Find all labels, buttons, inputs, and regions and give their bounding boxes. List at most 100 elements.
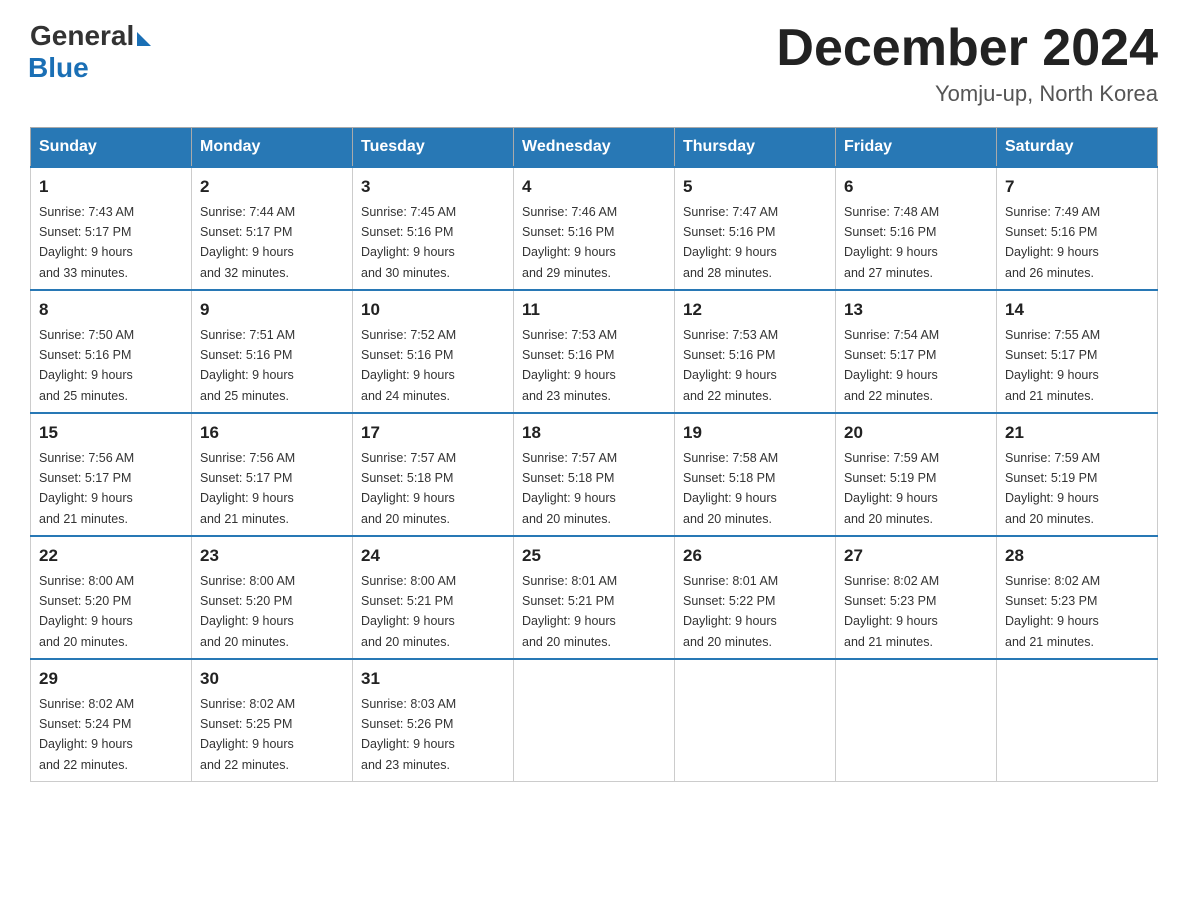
day-cell: 17 Sunrise: 7:57 AMSunset: 5:18 PMDayligh… xyxy=(353,413,514,536)
day-number: 27 xyxy=(844,543,988,569)
day-cell: 10 Sunrise: 7:52 AMSunset: 5:16 PMDayligh… xyxy=(353,290,514,413)
day-number: 15 xyxy=(39,420,183,446)
day-number: 18 xyxy=(522,420,666,446)
day-info: Sunrise: 8:02 AMSunset: 5:23 PMDaylight:… xyxy=(844,574,939,649)
day-number: 26 xyxy=(683,543,827,569)
col-header-monday: Monday xyxy=(192,128,353,168)
logo-blue-text: Blue xyxy=(28,52,89,84)
day-info: Sunrise: 7:44 AMSunset: 5:17 PMDaylight:… xyxy=(200,205,295,280)
location-subtitle: Yomju-up, North Korea xyxy=(776,81,1158,107)
day-info: Sunrise: 7:56 AMSunset: 5:17 PMDaylight:… xyxy=(200,451,295,526)
day-info: Sunrise: 8:00 AMSunset: 5:20 PMDaylight:… xyxy=(39,574,134,649)
day-number: 7 xyxy=(1005,174,1149,200)
day-cell: 22 Sunrise: 8:00 AMSunset: 5:20 PMDayligh… xyxy=(31,536,192,659)
day-cell: 18 Sunrise: 7:57 AMSunset: 5:18 PMDayligh… xyxy=(514,413,675,536)
day-number: 3 xyxy=(361,174,505,200)
day-number: 17 xyxy=(361,420,505,446)
week-row-2: 8Sunrise: 7:50 AMSunset: 5:16 PMDaylight… xyxy=(31,290,1158,413)
day-cell: 9 Sunrise: 7:51 AMSunset: 5:16 PMDaylight… xyxy=(192,290,353,413)
day-info: Sunrise: 7:43 AMSunset: 5:17 PMDaylight:… xyxy=(39,205,134,280)
day-cell: 8Sunrise: 7:50 AMSunset: 5:16 PMDaylight… xyxy=(31,290,192,413)
day-cell: 5Sunrise: 7:47 AMSunset: 5:16 PMDaylight… xyxy=(675,167,836,290)
day-number: 16 xyxy=(200,420,344,446)
day-cell: 24 Sunrise: 8:00 AMSunset: 5:21 PMDayligh… xyxy=(353,536,514,659)
day-info: Sunrise: 7:47 AMSunset: 5:16 PMDaylight:… xyxy=(683,205,778,280)
col-header-tuesday: Tuesday xyxy=(353,128,514,168)
day-number: 13 xyxy=(844,297,988,323)
calendar-table: SundayMondayTuesdayWednesdayThursdayFrid… xyxy=(30,127,1158,782)
calendar-body: 1 Sunrise: 7:43 AMSunset: 5:17 PMDaylight… xyxy=(31,167,1158,782)
day-cell xyxy=(997,659,1158,782)
day-info: Sunrise: 8:01 AMSunset: 5:22 PMDaylight:… xyxy=(683,574,778,649)
day-info: Sunrise: 7:54 AMSunset: 5:17 PMDaylight:… xyxy=(844,328,939,403)
day-number: 20 xyxy=(844,420,988,446)
day-cell: 30Sunrise: 8:02 AMSunset: 5:25 PMDayligh… xyxy=(192,659,353,782)
week-row-5: 29Sunrise: 8:02 AMSunset: 5:24 PMDayligh… xyxy=(31,659,1158,782)
day-info: Sunrise: 8:01 AMSunset: 5:21 PMDaylight:… xyxy=(522,574,617,649)
day-info: Sunrise: 7:56 AMSunset: 5:17 PMDaylight:… xyxy=(39,451,134,526)
day-cell: 26 Sunrise: 8:01 AMSunset: 5:22 PMDayligh… xyxy=(675,536,836,659)
day-info: Sunrise: 7:52 AMSunset: 5:16 PMDaylight:… xyxy=(361,328,456,403)
day-number: 25 xyxy=(522,543,666,569)
week-row-4: 22 Sunrise: 8:00 AMSunset: 5:20 PMDayligh… xyxy=(31,536,1158,659)
day-cell: 25 Sunrise: 8:01 AMSunset: 5:21 PMDayligh… xyxy=(514,536,675,659)
week-row-3: 15 Sunrise: 7:56 AMSunset: 5:17 PMDayligh… xyxy=(31,413,1158,536)
day-cell: 31 Sunrise: 8:03 AMSunset: 5:26 PMDayligh… xyxy=(353,659,514,782)
day-cell: 6 Sunrise: 7:48 AMSunset: 5:16 PMDaylight… xyxy=(836,167,997,290)
day-cell: 1 Sunrise: 7:43 AMSunset: 5:17 PMDaylight… xyxy=(31,167,192,290)
day-number: 24 xyxy=(361,543,505,569)
day-info: Sunrise: 7:57 AMSunset: 5:18 PMDaylight:… xyxy=(361,451,456,526)
day-cell: 2 Sunrise: 7:44 AMSunset: 5:17 PMDaylight… xyxy=(192,167,353,290)
day-info: Sunrise: 7:57 AMSunset: 5:18 PMDaylight:… xyxy=(522,451,617,526)
day-cell: 3 Sunrise: 7:45 AMSunset: 5:16 PMDaylight… xyxy=(353,167,514,290)
day-number: 6 xyxy=(844,174,988,200)
day-number: 4 xyxy=(522,174,666,200)
col-header-friday: Friday xyxy=(836,128,997,168)
day-number: 19 xyxy=(683,420,827,446)
day-cell xyxy=(836,659,997,782)
day-cell: 4 Sunrise: 7:46 AMSunset: 5:16 PMDaylight… xyxy=(514,167,675,290)
day-cell: 13 Sunrise: 7:54 AMSunset: 5:17 PMDayligh… xyxy=(836,290,997,413)
day-cell: 23Sunrise: 8:00 AMSunset: 5:20 PMDayligh… xyxy=(192,536,353,659)
day-info: Sunrise: 8:00 AMSunset: 5:21 PMDaylight:… xyxy=(361,574,456,649)
day-number: 11 xyxy=(522,297,666,323)
day-info: Sunrise: 7:48 AMSunset: 5:16 PMDaylight:… xyxy=(844,205,939,280)
day-info: Sunrise: 7:51 AMSunset: 5:16 PMDaylight:… xyxy=(200,328,295,403)
day-cell: 7 Sunrise: 7:49 AMSunset: 5:16 PMDaylight… xyxy=(997,167,1158,290)
day-number: 31 xyxy=(361,666,505,692)
day-info: Sunrise: 8:00 AMSunset: 5:20 PMDaylight:… xyxy=(200,574,295,649)
day-number: 2 xyxy=(200,174,344,200)
day-cell xyxy=(675,659,836,782)
day-info: Sunrise: 7:59 AMSunset: 5:19 PMDaylight:… xyxy=(1005,451,1100,526)
day-info: Sunrise: 7:45 AMSunset: 5:16 PMDaylight:… xyxy=(361,205,456,280)
day-cell: 14Sunrise: 7:55 AMSunset: 5:17 PMDayligh… xyxy=(997,290,1158,413)
day-cell: 27 Sunrise: 8:02 AMSunset: 5:23 PMDayligh… xyxy=(836,536,997,659)
month-year-title: December 2024 xyxy=(776,20,1158,77)
day-number: 9 xyxy=(200,297,344,323)
day-info: Sunrise: 7:59 AMSunset: 5:19 PMDaylight:… xyxy=(844,451,939,526)
day-info: Sunrise: 8:03 AMSunset: 5:26 PMDaylight:… xyxy=(361,697,456,772)
week-row-1: 1 Sunrise: 7:43 AMSunset: 5:17 PMDaylight… xyxy=(31,167,1158,290)
day-number: 14 xyxy=(1005,297,1149,323)
day-info: Sunrise: 8:02 AMSunset: 5:25 PMDaylight:… xyxy=(200,697,295,772)
header-row: SundayMondayTuesdayWednesdayThursdayFrid… xyxy=(31,128,1158,168)
day-cell: 15 Sunrise: 7:56 AMSunset: 5:17 PMDayligh… xyxy=(31,413,192,536)
title-section: December 2024 Yomju-up, North Korea xyxy=(776,20,1158,107)
day-number: 22 xyxy=(39,543,183,569)
day-cell: 12Sunrise: 7:53 AMSunset: 5:16 PMDayligh… xyxy=(675,290,836,413)
day-info: Sunrise: 7:53 AMSunset: 5:16 PMDaylight:… xyxy=(522,328,617,403)
day-info: Sunrise: 7:49 AMSunset: 5:16 PMDaylight:… xyxy=(1005,205,1100,280)
day-cell: 19 Sunrise: 7:58 AMSunset: 5:18 PMDayligh… xyxy=(675,413,836,536)
day-cell: 21 Sunrise: 7:59 AMSunset: 5:19 PMDayligh… xyxy=(997,413,1158,536)
day-cell: 11 Sunrise: 7:53 AMSunset: 5:16 PMDayligh… xyxy=(514,290,675,413)
col-header-sunday: Sunday xyxy=(31,128,192,168)
day-number: 10 xyxy=(361,297,505,323)
day-info: Sunrise: 8:02 AMSunset: 5:23 PMDaylight:… xyxy=(1005,574,1100,649)
day-number: 1 xyxy=(39,174,183,200)
day-number: 29 xyxy=(39,666,183,692)
col-header-saturday: Saturday xyxy=(997,128,1158,168)
day-info: Sunrise: 7:46 AMSunset: 5:16 PMDaylight:… xyxy=(522,205,617,280)
day-info: Sunrise: 7:58 AMSunset: 5:18 PMDaylight:… xyxy=(683,451,778,526)
col-header-wednesday: Wednesday xyxy=(514,128,675,168)
day-number: 21 xyxy=(1005,420,1149,446)
